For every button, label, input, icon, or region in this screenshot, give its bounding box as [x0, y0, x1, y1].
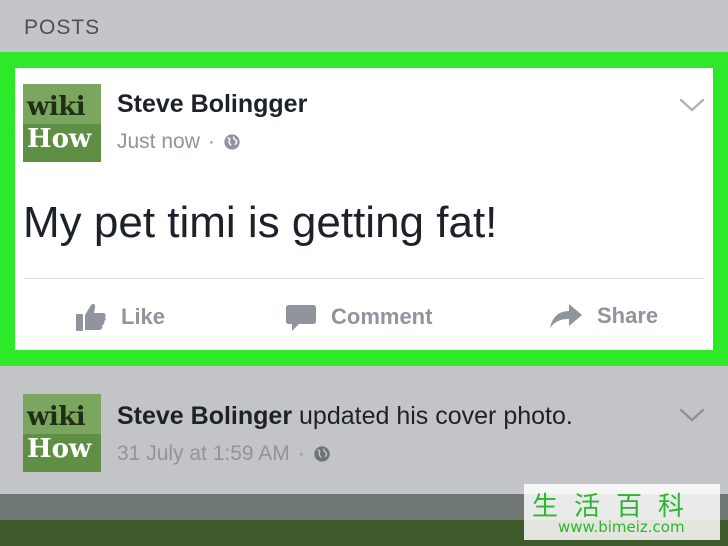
- meta-separator: ·: [297, 442, 305, 465]
- like-button[interactable]: Like: [75, 302, 165, 332]
- post-meta: Just now ·: [117, 130, 241, 154]
- avatar[interactable]: wiki How: [23, 394, 101, 472]
- like-label: Like: [121, 304, 166, 329]
- avatar-logo-line1: wiki: [27, 402, 86, 432]
- post2-author-name[interactable]: Steve Bolinger: [117, 402, 292, 430]
- post2-timestamp[interactable]: 31 July at 1:59 AM: [117, 442, 290, 466]
- globe-icon[interactable]: [313, 445, 331, 463]
- comment-label: Comment: [331, 304, 433, 329]
- avatar-logo-line2: How: [27, 124, 92, 154]
- second-post: wiki How Steve Bolinger updated his cove…: [0, 366, 728, 494]
- post-card: wiki How Steve Bolingger Just now · My p…: [15, 68, 713, 350]
- post-author-name[interactable]: Steve Bolingger: [117, 90, 307, 119]
- avatar-logo-line2: How: [27, 434, 92, 464]
- share-button[interactable]: Share: [549, 302, 658, 330]
- share-label: Share: [597, 303, 659, 328]
- chevron-down-icon[interactable]: [679, 98, 705, 112]
- posts-section-header: POSTS: [0, 0, 728, 52]
- avatar-logo-line1: wiki: [27, 92, 86, 122]
- comment-bubble-icon: [286, 305, 316, 331]
- avatar-logo-band: How: [23, 434, 101, 472]
- section-title: POSTS: [24, 16, 101, 39]
- divider: [25, 278, 703, 279]
- meta-separator: ·: [207, 130, 215, 153]
- watermark-url: www.bimeiz.com: [558, 518, 685, 536]
- thumbs-up-icon: [76, 304, 106, 331]
- post-timestamp[interactable]: Just now: [117, 130, 200, 154]
- avatar[interactable]: wiki How: [23, 84, 101, 162]
- post2-headline: Steve Bolinger updated his cover photo.: [117, 402, 573, 431]
- avatar-logo-band: How: [23, 124, 101, 162]
- post2-meta: 31 July at 1:59 AM ·: [117, 442, 331, 466]
- share-arrow-icon: [550, 304, 582, 328]
- watermark: 生活百科 www.bimeiz.com: [524, 484, 720, 540]
- comment-button[interactable]: Comment: [285, 302, 432, 332]
- chevron-down-icon[interactable]: [679, 408, 705, 422]
- post-text: My pet timi is getting fat!: [23, 198, 498, 247]
- post2-action-text: updated his cover photo.: [299, 402, 573, 430]
- globe-icon[interactable]: [223, 133, 241, 151]
